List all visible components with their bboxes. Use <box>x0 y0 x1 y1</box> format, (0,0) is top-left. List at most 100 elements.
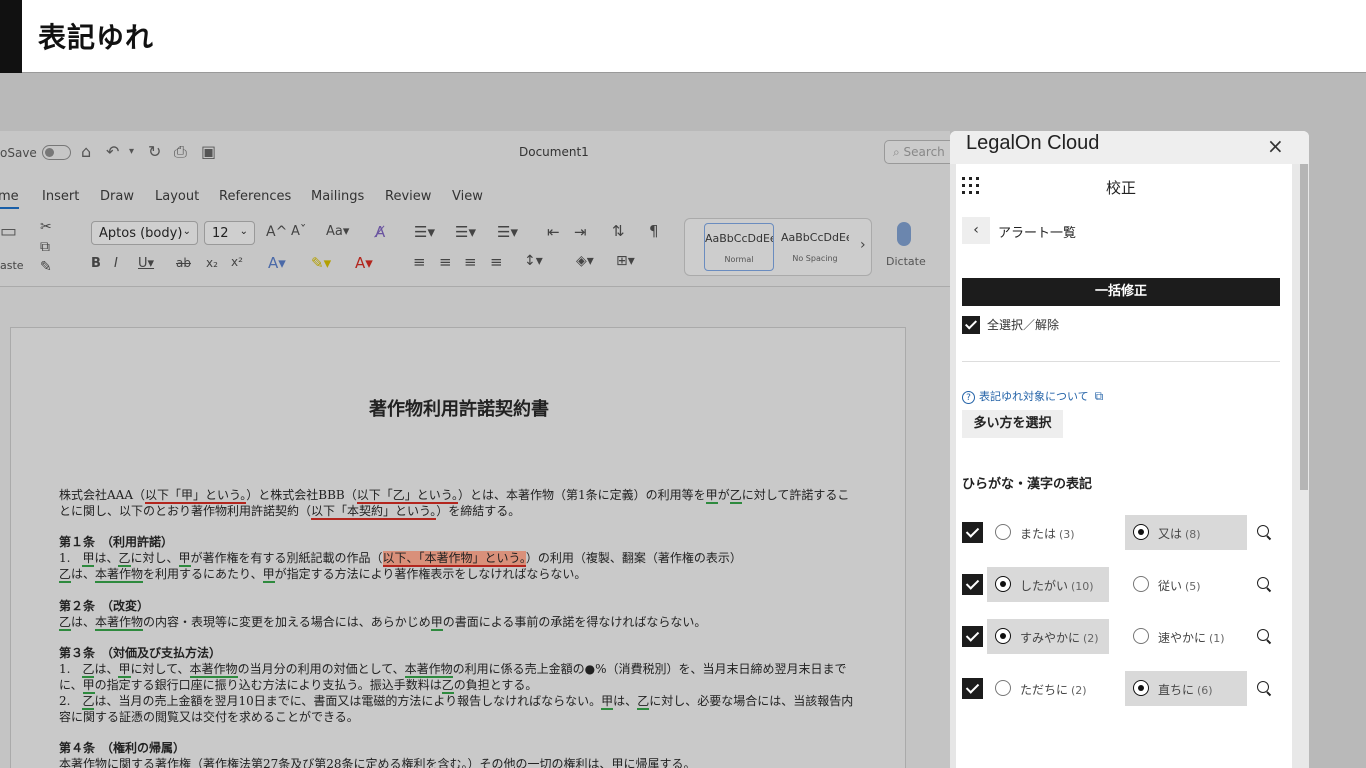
align-right-icon[interactable]: ≡ <box>464 253 477 271</box>
info-link[interactable]: ? 表記ゆれ対象について ⧉ <box>962 388 1103 404</box>
select-all-label[interactable]: 全選択／解除 <box>987 316 1059 333</box>
row-checkbox[interactable] <box>962 574 983 595</box>
variant-option-left[interactable]: すみやかに (2) <box>987 619 1109 654</box>
variant-option-left[interactable]: または (3) <box>987 515 1109 550</box>
chevron-right-icon[interactable]: › <box>860 237 866 253</box>
alert-phrase[interactable]: 以下「乙」という。 <box>356 488 459 504</box>
variant-option-right[interactable]: 直ちに (6) <box>1125 671 1247 706</box>
font-size-select[interactable]: 12 ⌄ <box>204 221 255 245</box>
bold-icon[interactable]: B <box>91 256 101 271</box>
variant-term[interactable]: 乙 <box>729 488 742 504</box>
print-icon[interactable]: ⎙ <box>174 143 187 161</box>
variant-term[interactable]: 甲 <box>601 694 614 710</box>
variant-option-right[interactable]: 従い (5) <box>1125 567 1247 602</box>
tab-mailings[interactable]: Mailings <box>311 189 364 204</box>
variant-term[interactable]: 乙 <box>82 662 95 678</box>
tab-view[interactable]: View <box>452 189 483 204</box>
variant-term[interactable]: 本著作物 <box>95 567 144 583</box>
variant-option-left[interactable]: ただちに (2) <box>987 671 1109 706</box>
highlight-icon[interactable]: ✎▾ <box>311 254 331 272</box>
bullets-icon[interactable]: ☰▾ <box>414 223 435 241</box>
search-icon[interactable] <box>1256 576 1272 592</box>
shrink-font-icon[interactable]: Aˇ <box>291 224 306 239</box>
undo-icon[interactable]: ↶ <box>106 143 119 161</box>
underline-icon[interactable]: U▾ <box>138 256 154 271</box>
align-center-icon[interactable]: ≡ <box>439 253 452 271</box>
variant-option-left[interactable]: したがい (10) <box>987 567 1109 602</box>
microphone-icon[interactable] <box>897 222 911 246</box>
style-normal[interactable]: AaBbCcDdEe Normal <box>704 223 774 271</box>
grow-font-icon[interactable]: A^ <box>266 224 287 240</box>
home-icon[interactable]: ⌂ <box>81 143 91 161</box>
radio-unselected-icon[interactable] <box>995 680 1011 696</box>
tab-draw[interactable]: Draw <box>100 189 134 204</box>
variant-term[interactable]: 甲 <box>705 488 718 504</box>
change-case-icon[interactable]: Aa▾ <box>326 224 349 239</box>
tab-layout[interactable]: Layout <box>155 189 199 204</box>
borders-icon[interactable]: ⊞▾ <box>616 253 635 269</box>
paste-icon[interactable]: ▭ <box>0 221 17 242</box>
radio-unselected-icon[interactable] <box>1133 628 1149 644</box>
justify-icon[interactable]: ≡ <box>490 253 503 271</box>
scrollbar-thumb[interactable] <box>1300 164 1308 490</box>
autosave-toggle[interactable] <box>42 145 71 160</box>
numbering-icon[interactable]: ☰▾ <box>455 223 476 241</box>
search-icon[interactable] <box>1256 680 1272 696</box>
search-icon[interactable] <box>1256 628 1272 644</box>
radio-selected-icon[interactable] <box>1133 524 1149 540</box>
select-all-checkbox[interactable] <box>962 316 980 334</box>
line-spacing-icon[interactable]: ↕▾ <box>524 253 543 269</box>
variant-term[interactable]: 本著作物 <box>404 662 453 678</box>
radio-selected-icon[interactable] <box>995 576 1011 592</box>
font-name-select[interactable]: Aptos (body) ⌄ <box>91 221 198 245</box>
text-effects-icon[interactable]: A▾ <box>268 254 286 272</box>
radio-selected-icon[interactable] <box>1133 680 1149 696</box>
search-icon[interactable] <box>1256 524 1272 540</box>
multilevel-list-icon[interactable]: ☰▾ <box>497 223 518 241</box>
search-input[interactable]: ⌕ Search <box>884 140 950 164</box>
strikethrough-icon[interactable]: ab <box>176 256 191 270</box>
variant-term[interactable]: 本著作物 <box>95 615 144 631</box>
variant-option-right[interactable]: 速やかに (1) <box>1125 619 1247 654</box>
variant-term[interactable]: 乙 <box>637 694 650 710</box>
bulk-fix-button[interactable]: 一括修正 <box>962 278 1280 306</box>
increase-indent-icon[interactable]: ⇥ <box>574 223 587 241</box>
shading-icon[interactable]: ◈▾ <box>576 253 594 269</box>
paragraph-mark-icon[interactable]: ¶ <box>649 222 659 240</box>
variant-term[interactable]: 本著作物 <box>189 662 238 678</box>
variant-term[interactable]: 乙 <box>82 694 95 710</box>
decrease-indent-icon[interactable]: ⇤ <box>547 223 560 241</box>
variant-term[interactable]: 甲 <box>82 551 95 567</box>
align-left-icon[interactable]: ≡ <box>413 253 426 271</box>
font-color-icon[interactable]: A▾ <box>355 254 373 272</box>
chevron-down-icon[interactable]: ▾ <box>129 143 134 161</box>
variant-term[interactable]: 乙 <box>59 567 72 583</box>
subscript-icon[interactable]: x₂ <box>206 256 218 270</box>
variant-term[interactable]: 乙 <box>441 678 454 694</box>
back-label[interactable]: アラート一覧 <box>998 222 1076 241</box>
style-no-spacing[interactable]: AaBbCcDdEe No Spacing <box>781 223 849 271</box>
document-page[interactable]: 著作物利用許諾契約書 株式会社AAA（以下「甲」という。）と株式会社BBB（以下… <box>10 327 906 768</box>
italic-icon[interactable]: I <box>114 256 118 271</box>
close-icon[interactable]: × <box>1267 134 1284 158</box>
clear-format-icon[interactable]: A̸ <box>375 223 385 241</box>
tab-home[interactable]: me <box>0 189 19 209</box>
tab-review[interactable]: Review <box>385 189 431 204</box>
variant-term[interactable]: 乙 <box>59 615 72 631</box>
variant-term[interactable]: 乙 <box>118 551 131 567</box>
row-checkbox[interactable] <box>962 522 983 543</box>
copy-icon[interactable]: ⧉ <box>40 239 50 255</box>
row-checkbox[interactable] <box>962 678 983 699</box>
variant-term[interactable]: 甲 <box>82 678 95 694</box>
superscript-icon[interactable]: x² <box>231 255 243 269</box>
tab-references[interactable]: References <box>219 189 291 204</box>
format-painter-icon[interactable]: ✎ <box>40 259 52 275</box>
radio-unselected-icon[interactable] <box>1133 576 1149 592</box>
variant-option-right[interactable]: 又は (8) <box>1125 515 1247 550</box>
cut-icon[interactable]: ✂ <box>40 219 52 235</box>
variant-term[interactable]: 甲 <box>178 551 191 567</box>
radio-selected-icon[interactable] <box>995 628 1011 644</box>
save-icon[interactable]: ▣ <box>201 143 216 161</box>
select-majority-button[interactable]: 多い方を選択 <box>962 410 1063 438</box>
variant-term[interactable]: 甲 <box>430 615 443 631</box>
